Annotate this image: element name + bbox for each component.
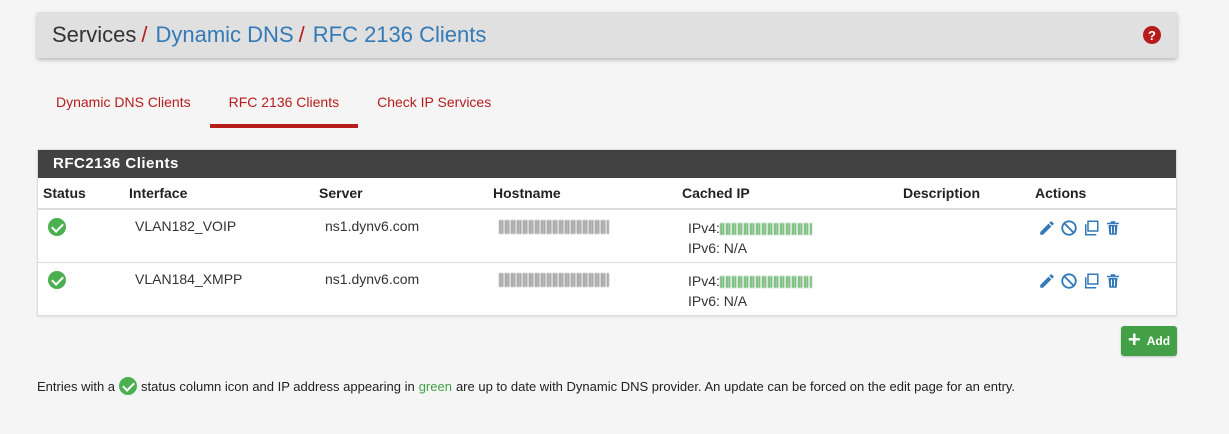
- interface-cell: VLAN182_VOIP: [135, 218, 237, 234]
- tab-bar: Dynamic DNS Clients RFC 2136 Clients Che…: [37, 86, 510, 128]
- breadcrumb-link-dynamic-dns[interactable]: Dynamic DNS: [155, 22, 293, 48]
- clone-icon[interactable]: [1081, 271, 1101, 291]
- cached-ipv6: IPv6: N/A: [688, 292, 748, 309]
- clone-icon[interactable]: [1081, 218, 1101, 238]
- footnote-green-word: green: [418, 378, 452, 394]
- status-footnote: Entries with a status column icon and IP…: [37, 377, 1015, 395]
- footnote-text-2: status column icon and IP address appear…: [141, 378, 415, 394]
- hostname-redacted: [499, 272, 609, 287]
- plus-icon: +: [1127, 327, 1141, 352]
- column-header-hostname: Hostname: [488, 178, 677, 210]
- ipv4-redacted: [719, 223, 812, 236]
- server-cell: ns1.dynv6.com: [325, 218, 420, 234]
- column-header-status: Status: [38, 178, 124, 210]
- footnote-text-1: Entries with a: [37, 378, 116, 394]
- ipv4-redacted: [719, 275, 812, 288]
- breadcrumb: Services / Dynamic DNS / RFC 2136 Client…: [37, 12, 1177, 58]
- row-actions: [1037, 218, 1171, 238]
- check-circle-icon: [119, 377, 138, 395]
- ban-icon[interactable]: [1059, 218, 1079, 238]
- check-circle-icon: [48, 218, 66, 236]
- rfc2136-clients-panel: RFC2136 Clients Status Interface Server …: [37, 149, 1177, 316]
- cached-ipv4: IPv4:: [682, 218, 893, 238]
- column-header-interface: Interface: [124, 178, 314, 210]
- ipv4-label: IPv4:: [688, 272, 720, 289]
- column-header-description: Description: [898, 178, 1030, 210]
- breadcrumb-root: Services: [52, 22, 137, 47]
- column-header-cached-ip: Cached IP: [677, 178, 898, 210]
- breadcrumb-separator: /: [298, 22, 305, 47]
- server-cell: ns1.dynv6.com: [325, 270, 420, 287]
- footnote-text-3: are up to date with Dynamic DNS provider…: [455, 378, 1016, 394]
- table-row: VLAN184_XMPP ns1.dynv6.com IPv4: IPv6: N…: [38, 262, 1176, 315]
- row-actions: [1037, 271, 1171, 291]
- ipv4-label: IPv4:: [688, 220, 720, 236]
- hostname-redacted: [499, 220, 609, 235]
- cached-ipv4: IPv4:: [682, 271, 893, 291]
- column-header-actions: Actions: [1030, 178, 1176, 210]
- pencil-icon[interactable]: [1037, 271, 1057, 291]
- tab-check-ip-services[interactable]: Check IP Services: [358, 86, 510, 128]
- table-row: VLAN182_VOIP ns1.dynv6.com IPv4: IPv6: N…: [38, 209, 1176, 263]
- trash-icon[interactable]: [1103, 218, 1123, 238]
- clients-table: Status Interface Server Hostname Cached …: [38, 178, 1176, 315]
- check-circle-icon: [48, 270, 66, 289]
- breadcrumb-separator: /: [141, 22, 148, 47]
- tab-rfc2136-clients[interactable]: RFC 2136 Clients: [209, 86, 359, 128]
- panel-title: RFC2136 Clients: [38, 150, 1176, 178]
- description-cell: [898, 209, 1030, 263]
- description-cell: [898, 262, 1030, 315]
- ban-icon[interactable]: [1059, 271, 1079, 291]
- interface-cell: VLAN184_XMPP: [135, 270, 243, 287]
- breadcrumb-link-rfc2136-clients[interactable]: RFC 2136 Clients: [313, 22, 487, 48]
- trash-icon[interactable]: [1103, 271, 1123, 291]
- tab-dynamic-dns-clients[interactable]: Dynamic DNS Clients: [37, 86, 210, 128]
- pencil-icon[interactable]: [1037, 218, 1057, 238]
- column-header-server: Server: [314, 178, 488, 210]
- add-button[interactable]: + Add: [1121, 326, 1177, 356]
- add-button-label: Add: [1146, 334, 1171, 348]
- cached-ipv6: IPv6: N/A: [688, 240, 748, 256]
- question-circle-icon[interactable]: ?: [1143, 26, 1161, 44]
- table-header-row: Status Interface Server Hostname Cached …: [38, 178, 1176, 210]
